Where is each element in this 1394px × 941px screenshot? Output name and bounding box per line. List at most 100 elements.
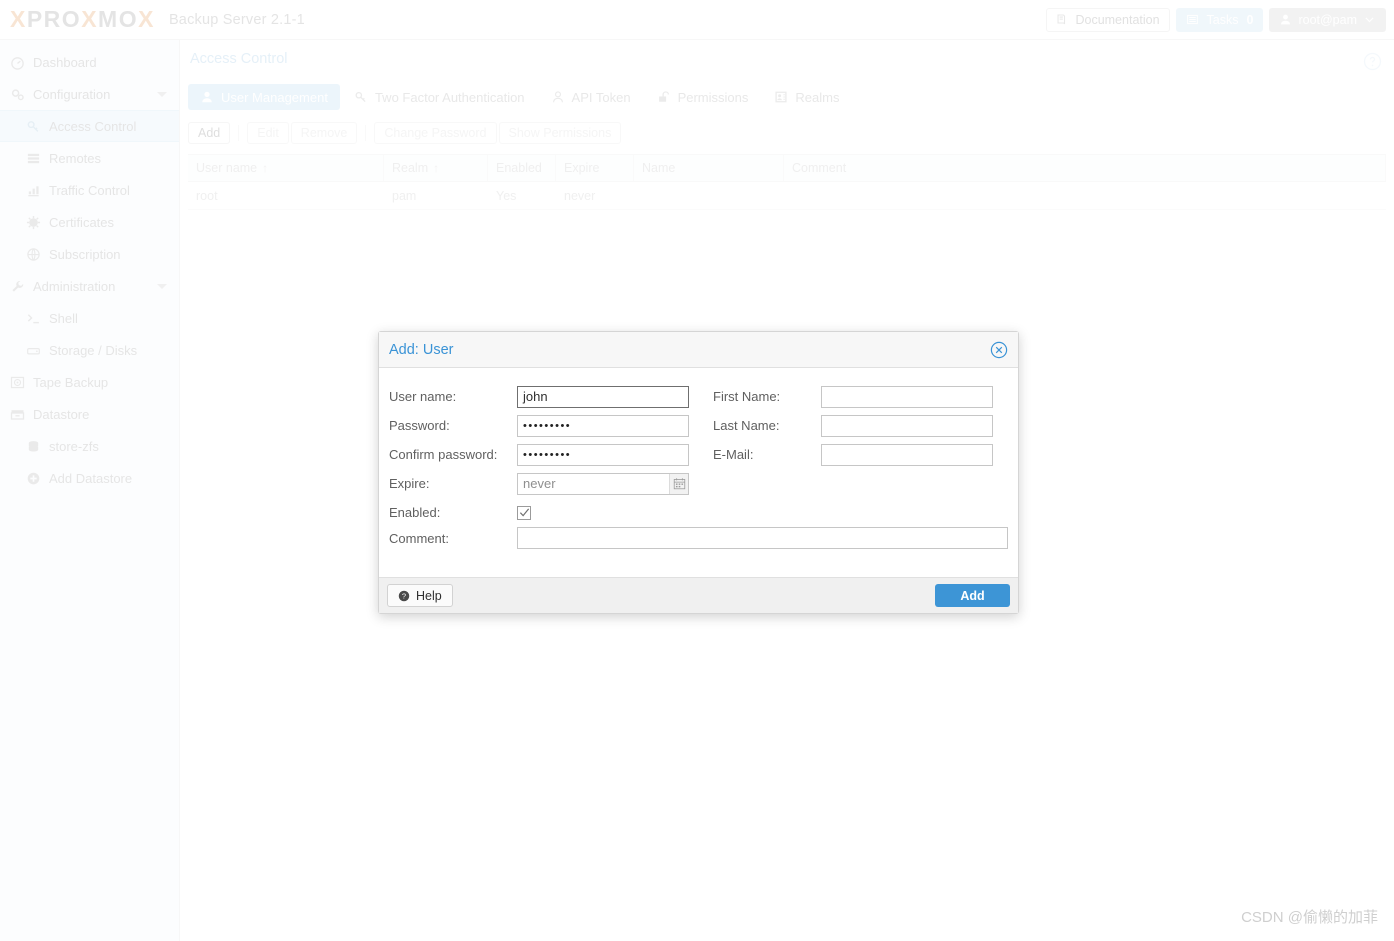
sidebar-item-remotes[interactable]: Remotes — [0, 142, 179, 174]
calendar-icon[interactable] — [669, 473, 688, 494]
globe-icon — [26, 247, 41, 262]
gears-icon — [10, 87, 25, 102]
user-menu-button[interactable]: root@pam — [1269, 7, 1386, 32]
dialog-title: Add: User — [389, 341, 454, 358]
svg-text:?: ? — [402, 591, 406, 600]
question-mark-icon: ? — [398, 590, 410, 602]
tab-user-management[interactable]: User Management — [188, 84, 340, 110]
documentation-button[interactable]: Documentation — [1046, 7, 1170, 32]
sidebar-item-add-datastore[interactable]: Add Datastore — [0, 462, 179, 494]
grid-column-label: Realm — [392, 161, 429, 175]
username-input[interactable]: john — [517, 385, 689, 408]
tab-label: Two Factor Authentication — [374, 89, 525, 105]
sidebar-item-certificates[interactable]: Certificates — [0, 206, 179, 238]
last-name-label: Last Name: — [713, 418, 780, 433]
sidebar-item-traffic-control[interactable]: Traffic Control — [0, 174, 179, 206]
submit-add-button[interactable]: Add — [935, 584, 1010, 607]
sidebar-item-store-zfs[interactable]: store-zfs — [0, 430, 179, 462]
sidebar-item-label: Datastore — [33, 406, 90, 422]
grid-column-header-comment[interactable]: Comment — [784, 155, 1386, 181]
sidebar-item-administration[interactable]: Administration — [0, 270, 179, 302]
show-permissions-button: Show Permissions — [498, 122, 622, 144]
sidebar-item-configuration[interactable]: Configuration — [0, 78, 179, 110]
sidebar: Dashboard Configuration Access Control Remo… — [0, 40, 180, 941]
sidebar-item-datastore[interactable]: Datastore — [0, 398, 179, 430]
tab-realms[interactable]: Realms — [762, 84, 851, 110]
edit-button: Edit — [247, 122, 289, 144]
comment-input[interactable] — [517, 527, 1008, 549]
email-label: E-Mail: — [713, 447, 754, 462]
email-input[interactable] — [821, 443, 993, 466]
key-icon — [354, 90, 368, 104]
id-card-icon — [774, 90, 788, 104]
sort-arrow-icon: ↑ — [262, 161, 269, 175]
toolbar-separator — [365, 125, 367, 141]
sidebar-item-label: Access Control — [49, 118, 137, 134]
sidebar-item-storage-disks[interactable]: Storage / Disks — [0, 334, 179, 366]
sidebar-item-access-control[interactable]: Access Control — [0, 110, 179, 142]
header-actions: Documentation Tasks 0 root@pam — [1046, 7, 1386, 32]
table-row[interactable]: root pam Yes never — [188, 182, 1386, 210]
tape-icon — [10, 375, 25, 390]
sidebar-item-label: Remotes — [49, 150, 102, 166]
datastore-icon — [10, 407, 25, 422]
field-confirm-password: Confirm password: ••••••••• — [389, 440, 699, 469]
field-enabled: Enabled: — [389, 498, 699, 527]
confirm-password-input[interactable]: ••••••••• — [517, 443, 689, 466]
grid-column-header-enabled[interactable]: Enabled — [488, 155, 556, 181]
help-circle-icon[interactable] — [1363, 52, 1382, 71]
tab-two-factor-authentication[interactable]: Two Factor Authentication — [342, 84, 537, 110]
dashboard-icon — [10, 55, 25, 70]
grid-column-header-realm[interactable]: Realm ↑ — [384, 155, 488, 181]
unlock-icon — [657, 90, 671, 104]
sidebar-item-label: Storage / Disks — [49, 342, 138, 358]
help-button[interactable]: ? Help — [387, 584, 453, 607]
sidebar-item-dashboard[interactable]: Dashboard — [0, 46, 179, 78]
grid-column-label: User name — [196, 161, 258, 175]
tab-label: User Management — [221, 89, 328, 105]
documentation-label: Documentation — [1075, 12, 1160, 27]
server-icon — [26, 151, 41, 166]
traffic-icon — [26, 183, 41, 198]
chevron-down-icon[interactable] — [157, 283, 167, 289]
grid-column-header-name[interactable]: Name — [634, 155, 784, 181]
grid-column-header-expire[interactable]: Expire — [556, 155, 634, 181]
cell-enabled: Yes — [496, 188, 517, 203]
first-name-input[interactable] — [821, 385, 993, 408]
user-outline-icon — [551, 90, 565, 104]
terminal-icon — [26, 311, 41, 326]
add-button[interactable]: Add — [188, 122, 231, 144]
sidebar-item-tape-backup[interactable]: Tape Backup — [0, 366, 179, 398]
chevron-down-icon[interactable] — [157, 91, 167, 97]
enabled-checkbox[interactable] — [517, 505, 531, 520]
plus-circle-icon — [26, 471, 41, 486]
help-button-label: Help — [416, 588, 442, 603]
change-password-button: Change Password — [374, 122, 497, 144]
password-value: ••••••••• — [523, 419, 572, 432]
watermark: CSDN @偷懒的加菲 — [1241, 909, 1378, 926]
tab-api-token[interactable]: API Token — [539, 84, 643, 110]
username-label: User name: — [389, 389, 457, 404]
sidebar-item-label: Traffic Control — [49, 182, 130, 198]
grid-column-label: Enabled — [496, 161, 542, 175]
last-name-input[interactable] — [821, 414, 993, 437]
sidebar-item-label: Administration — [33, 278, 116, 294]
cell-username: root — [196, 188, 218, 203]
certificate-icon — [26, 215, 41, 230]
users-grid: User name ↑ Realm ↑ Enabled Expire Name Comment… — [188, 154, 1386, 210]
tab-bar: User Management Two Factor Authentication… — [188, 84, 851, 110]
sidebar-item-label: Tape Backup — [33, 374, 109, 390]
sidebar-item-subscription[interactable]: Subscription — [0, 238, 179, 270]
expire-input[interactable]: never — [517, 472, 689, 495]
grid-column-header-user-name[interactable]: User name ↑ — [188, 155, 384, 181]
tab-permissions[interactable]: Permissions — [645, 84, 761, 110]
close-icon[interactable] — [990, 341, 1008, 359]
cell-expire: never — [564, 188, 596, 203]
tasks-button[interactable]: Tasks 0 — [1175, 7, 1264, 32]
field-last-name: Last Name: — [699, 411, 999, 440]
sidebar-item-shell[interactable]: Shell — [0, 302, 179, 334]
tab-label: Permissions — [677, 89, 749, 105]
database-icon — [26, 439, 41, 454]
logo-x-2: X — [81, 6, 99, 32]
password-input[interactable]: ••••••••• — [517, 414, 689, 437]
